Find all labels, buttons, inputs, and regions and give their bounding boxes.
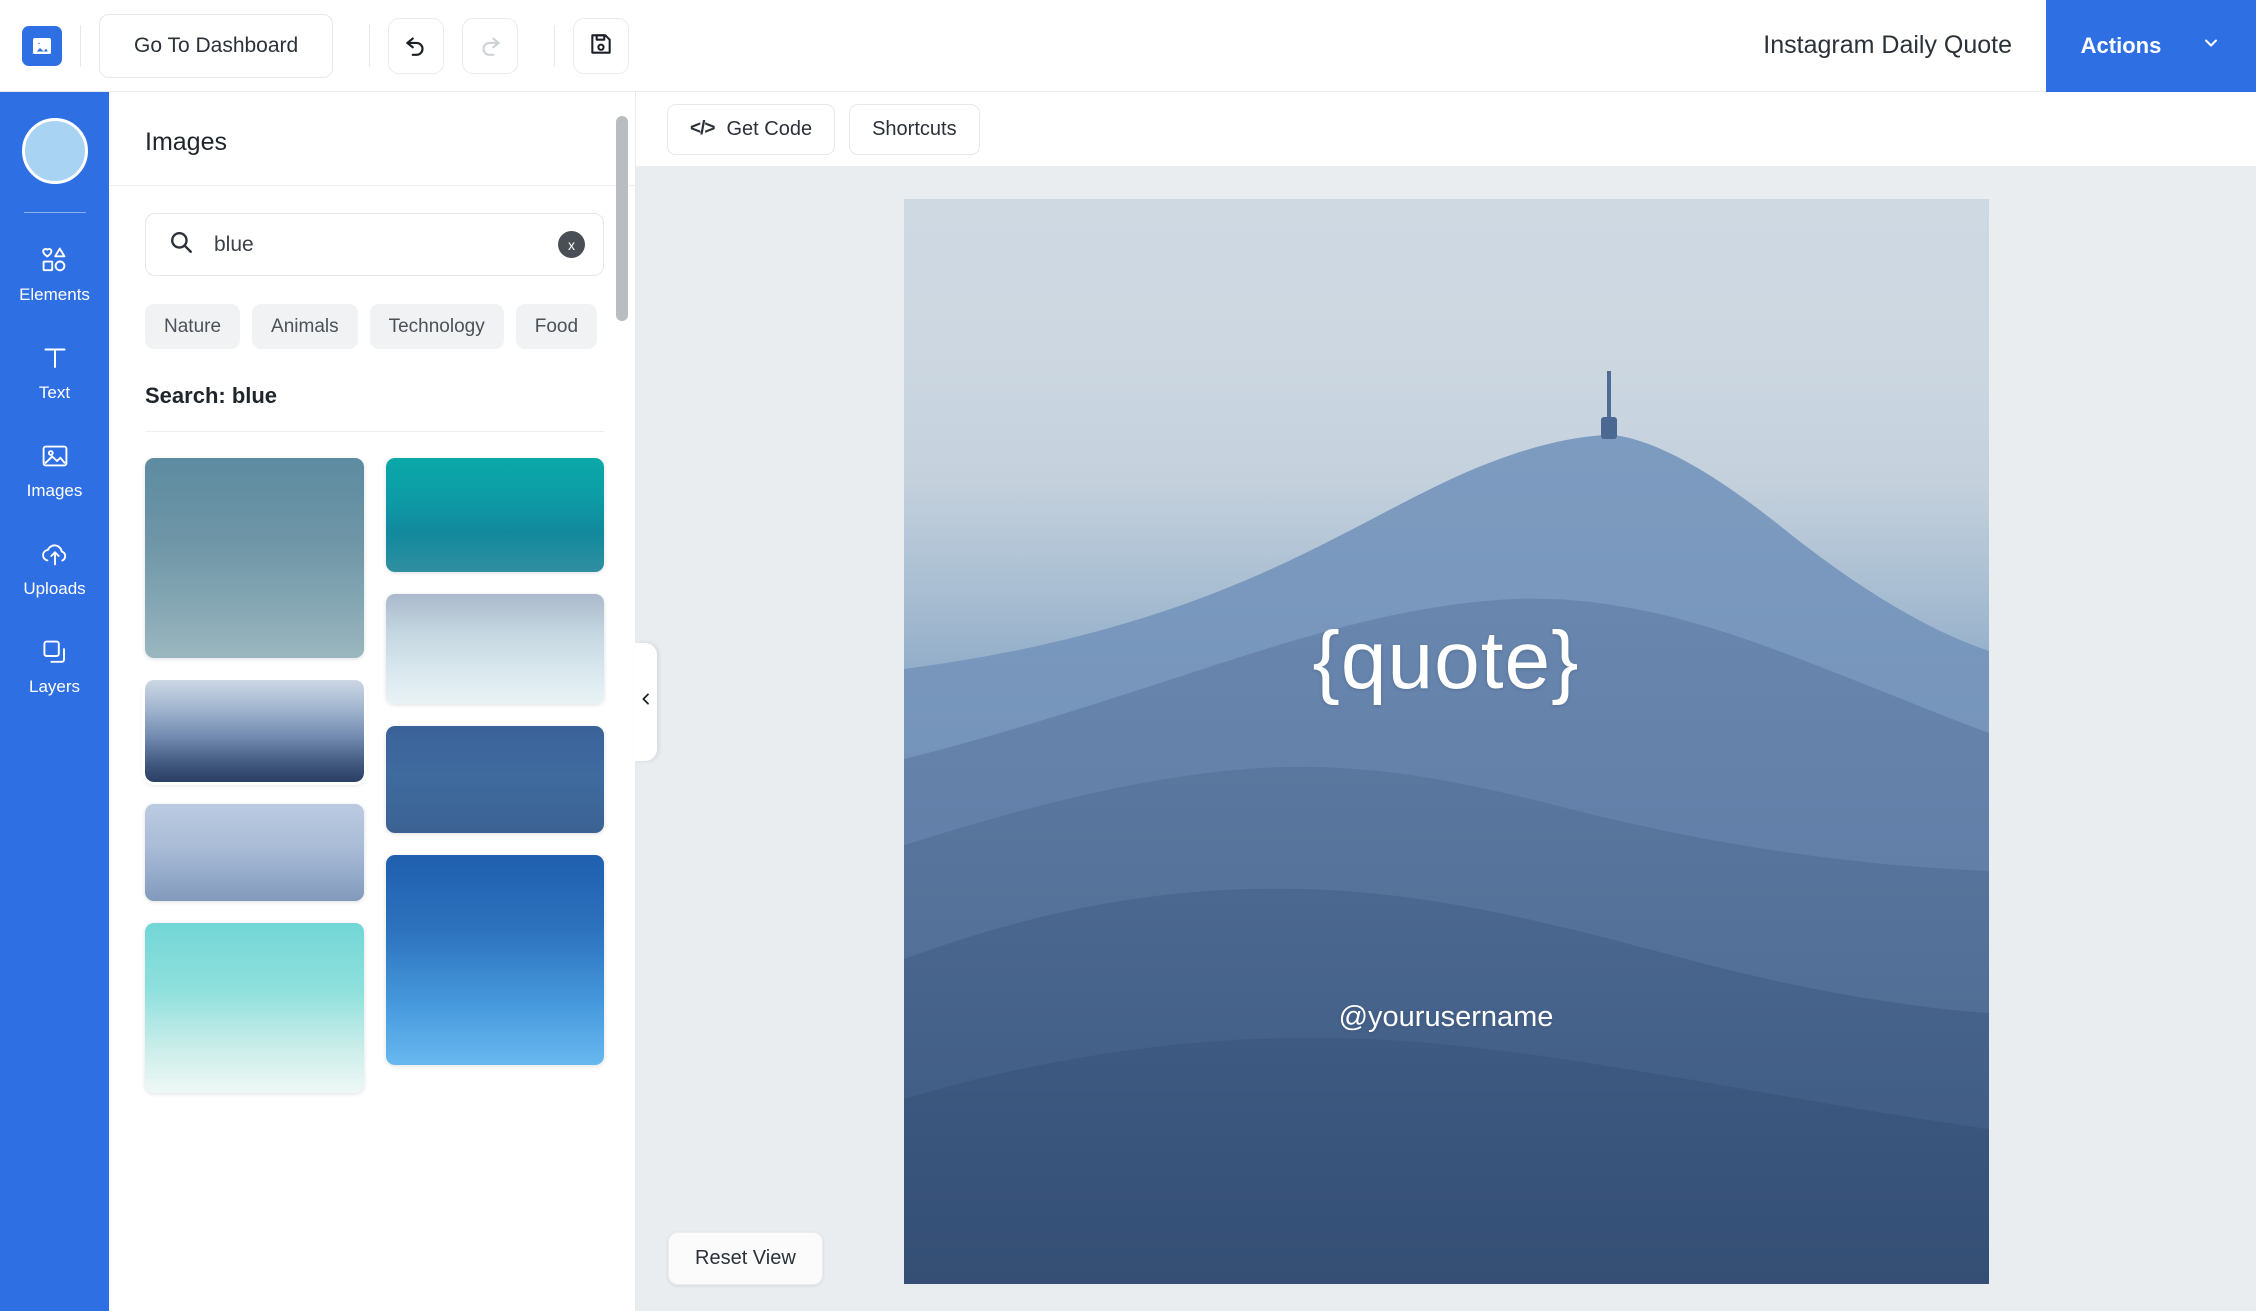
text-t-icon	[39, 342, 71, 374]
document-title: Instagram Daily Quote	[1763, 31, 2012, 59]
sidebar-item-label: Layers	[28, 677, 81, 696]
actions-button[interactable]: Actions	[2046, 0, 2256, 92]
sidebar-item-label: Text	[38, 383, 71, 402]
undo-button[interactable]	[388, 17, 445, 74]
panel-scrollbar[interactable]	[616, 92, 628, 1311]
undo-arrow-icon	[403, 31, 429, 60]
sidebar-item-label: Elements	[19, 285, 90, 304]
chip-nature[interactable]: Nature	[145, 304, 241, 349]
image-thumbnail-blue-sky-gradient-moon[interactable]	[385, 855, 604, 1065]
rail-divider	[23, 212, 86, 213]
chevron-down-icon	[2201, 33, 2221, 59]
sidebar-item-elements[interactable]: Elements	[0, 223, 109, 321]
save-button[interactable]	[573, 17, 630, 74]
results-column-left	[142, 458, 367, 1093]
canvas-area: </> Get Code Shortcuts {quote} @youruser…	[636, 92, 2256, 1311]
header-divider-1	[80, 24, 81, 67]
image-thumbnail-icy-blue-glacier[interactable]	[385, 594, 604, 704]
floppy-disk-save-icon	[588, 31, 614, 60]
category-chips: Nature Animals Technology Food	[145, 276, 604, 349]
image-icon	[39, 440, 71, 472]
chip-animals[interactable]: Animals	[252, 304, 358, 349]
image-logo-icon[interactable]	[22, 25, 62, 66]
reset-view-button[interactable]: Reset View	[668, 1232, 823, 1285]
get-code-button[interactable]: </> Get Code	[667, 103, 836, 155]
images-panel-scroll: Images x Nature	[109, 92, 635, 1311]
image-results-grid	[142, 432, 604, 1093]
redo-button[interactable]	[462, 17, 519, 74]
avatar[interactable]	[21, 118, 88, 184]
sidebar-item-text[interactable]: Text	[0, 321, 109, 419]
results-column-right	[385, 458, 604, 1093]
header-divider-3	[554, 24, 556, 67]
quote-placeholder-text[interactable]: {quote}	[904, 614, 1989, 708]
sidebar-item-uploads[interactable]: Uploads	[0, 517, 109, 615]
tool-rail: Elements Text Images Uploads Layers	[0, 92, 109, 1311]
code-brackets-icon: </>	[690, 118, 716, 139]
sidebar-item-label: Uploads	[23, 579, 86, 598]
actions-button-label: Actions	[2080, 32, 2162, 58]
image-thumbnail-teal-underwater-waves[interactable]	[385, 458, 604, 572]
image-thumbnail-misty-blue-mountain-ridges[interactable]	[142, 677, 367, 785]
sidebar-item-label: Images	[26, 481, 83, 500]
page-title: Images	[145, 128, 227, 156]
collapse-panel-handle[interactable]	[635, 642, 657, 761]
image-thumbnail-pale-blue-island-haze[interactable]	[145, 804, 364, 901]
canvas-stage[interactable]: {quote} @yourusername Reset View	[636, 167, 2256, 1311]
redo-arrow-icon	[477, 31, 503, 60]
header-divider-2	[369, 24, 371, 67]
go-to-dashboard-button[interactable]: Go To Dashboard	[99, 13, 334, 78]
artboard[interactable]: {quote} @yourusername	[903, 199, 1989, 1284]
image-thumbnail-turquoise-sky-with-clouds[interactable]	[145, 923, 364, 1093]
chevron-left-icon	[638, 691, 654, 712]
layers-icon	[39, 636, 71, 668]
search-results-label: Search: blue	[145, 383, 278, 408]
image-thumbnail-deep-blue-sea-birds[interactable]	[385, 726, 604, 833]
username-text[interactable]: @yourusername	[904, 1001, 1989, 1034]
get-code-label: Get Code	[726, 117, 813, 140]
images-panel: Images x Nature	[109, 92, 657, 1311]
panel-scrollbar-thumb[interactable]	[616, 116, 628, 321]
sidebar-item-images[interactable]: Images	[0, 419, 109, 517]
shapes-icon	[39, 244, 71, 276]
cloud-upload-icon	[39, 538, 71, 570]
search-area: x	[145, 186, 604, 276]
image-thumbnail-calm-blue-sky-with-moon[interactable]	[145, 458, 364, 658]
clear-search-button[interactable]: x	[558, 231, 585, 258]
misty-blue-mountain-photo	[903, 371, 1989, 1284]
search-icon	[168, 229, 194, 260]
search-input[interactable]	[214, 232, 538, 257]
chip-technology[interactable]: Technology	[369, 304, 504, 349]
canvas-toolbar: </> Get Code Shortcuts	[636, 92, 2256, 167]
app-header: Go To Dashboard Instagram Daily Quote Ac…	[0, 0, 2256, 92]
chip-food[interactable]: Food	[515, 304, 598, 349]
sidebar-item-layers[interactable]: Layers	[0, 615, 109, 713]
shortcuts-button[interactable]: Shortcuts	[849, 103, 980, 155]
search-box[interactable]: x	[145, 213, 604, 276]
editor-app: Go To Dashboard Instagram Daily Quote Ac…	[0, 0, 2256, 1311]
editor-body: Elements Text Images Uploads Layers Imag…	[0, 92, 2256, 1311]
